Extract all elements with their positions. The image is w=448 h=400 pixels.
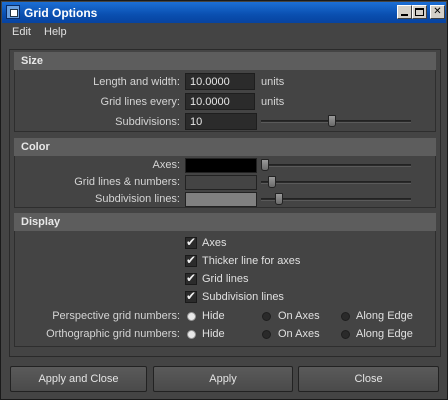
close-icon: ✕ — [433, 6, 442, 17]
subdivision-color-swatch[interactable] — [185, 192, 257, 207]
thicker-axes-checkbox-label[interactable]: Thicker line for axes — [202, 255, 300, 267]
orthographic-grid-numbers-label: Orthographic grid numbers: — [46, 328, 180, 340]
maximize-button[interactable] — [412, 5, 427, 19]
perspective-along-edge-label[interactable]: Along Edge — [356, 310, 413, 322]
perspective-hide-label[interactable]: Hide — [202, 310, 225, 322]
subdivision-slider-track[interactable] — [261, 198, 411, 201]
apply-button[interactable]: Apply — [153, 366, 293, 392]
apply-and-close-button[interactable]: Apply and Close — [10, 366, 147, 392]
window-title: Grid Options — [24, 6, 98, 20]
axes-color-slider-thumb[interactable] — [261, 159, 269, 171]
length-width-label: Length and width: — [93, 76, 180, 88]
minimize-button[interactable] — [397, 5, 412, 19]
orthographic-on-axes-radio[interactable] — [262, 330, 271, 339]
orthographic-hide-radio[interactable] — [187, 330, 196, 339]
orthographic-along-edge-label[interactable]: Along Edge — [356, 328, 413, 340]
subdivision-slider-thumb[interactable] — [275, 193, 283, 205]
subdivisions-field[interactable]: 10 — [185, 113, 257, 130]
orthographic-along-edge-radio[interactable] — [341, 330, 350, 339]
grid-numbers-color-swatch[interactable] — [185, 175, 257, 190]
axes-color-label: Axes: — [152, 159, 180, 171]
orthographic-hide-label[interactable]: Hide — [202, 328, 225, 340]
axes-color-swatch[interactable] — [185, 158, 257, 173]
size-section-header[interactable]: Size — [14, 52, 436, 70]
grid-numbers-color-label: Grid lines & numbers: — [74, 176, 180, 188]
menu-edit[interactable]: Edit — [12, 26, 31, 38]
grid-every-units: units — [261, 96, 285, 108]
subdivision-lines-checkbox[interactable] — [185, 289, 197, 303]
axes-checkbox[interactable] — [185, 235, 197, 249]
grid-every-field[interactable]: 10.0000 — [185, 93, 255, 110]
menu-help[interactable]: Help — [44, 26, 67, 38]
size-section: Length and width: 10.0000 units Grid lin… — [14, 70, 436, 132]
app-icon — [6, 5, 20, 19]
grid-options-window: Grid Options ✕ Edit Help Size Length and… — [0, 0, 448, 400]
perspective-hide-radio[interactable] — [187, 312, 196, 321]
close-button[interactable]: Close — [298, 366, 439, 392]
close-window-button[interactable]: ✕ — [430, 5, 445, 19]
length-width-field[interactable]: 10.0000 — [185, 73, 255, 90]
subdivisions-slider-thumb[interactable] — [328, 115, 336, 127]
length-units: units — [261, 76, 285, 88]
menu-bar: Edit Help — [2, 23, 446, 41]
perspective-on-axes-radio[interactable] — [262, 312, 271, 321]
title-bar[interactable]: Grid Options ✕ — [2, 2, 446, 23]
subdivision-color-label: Subdivision lines: — [95, 193, 180, 205]
grid-every-label: Grid lines every: — [100, 96, 180, 108]
subdivision-lines-checkbox-label[interactable]: Subdivision lines — [202, 291, 284, 303]
options-panel: Size Length and width: 10.0000 units Gri… — [9, 49, 441, 357]
grid-numbers-slider-thumb[interactable] — [268, 176, 276, 188]
orthographic-on-axes-label[interactable]: On Axes — [278, 328, 320, 340]
color-section: Axes: Grid lines & numbers: Subdivision … — [14, 156, 436, 208]
perspective-along-edge-radio[interactable] — [341, 312, 350, 321]
display-section-header[interactable]: Display — [14, 213, 436, 231]
thicker-axes-checkbox[interactable] — [185, 253, 197, 267]
minimize-icon — [401, 14, 408, 16]
perspective-grid-numbers-label: Perspective grid numbers: — [52, 310, 180, 322]
grid-lines-checkbox-label[interactable]: Grid lines — [202, 273, 248, 285]
axes-color-slider-track[interactable] — [261, 164, 411, 167]
grid-numbers-slider-track[interactable] — [261, 181, 411, 184]
color-section-header[interactable]: Color — [14, 138, 436, 156]
perspective-on-axes-label[interactable]: On Axes — [278, 310, 320, 322]
grid-lines-checkbox[interactable] — [185, 271, 197, 285]
display-section: Axes Thicker line for axes Grid lines Su… — [14, 231, 436, 347]
subdivisions-slider-track[interactable] — [261, 120, 411, 123]
maximize-icon — [415, 8, 424, 16]
subdivisions-label: Subdivisions: — [115, 116, 180, 128]
axes-checkbox-label[interactable]: Axes — [202, 237, 226, 249]
